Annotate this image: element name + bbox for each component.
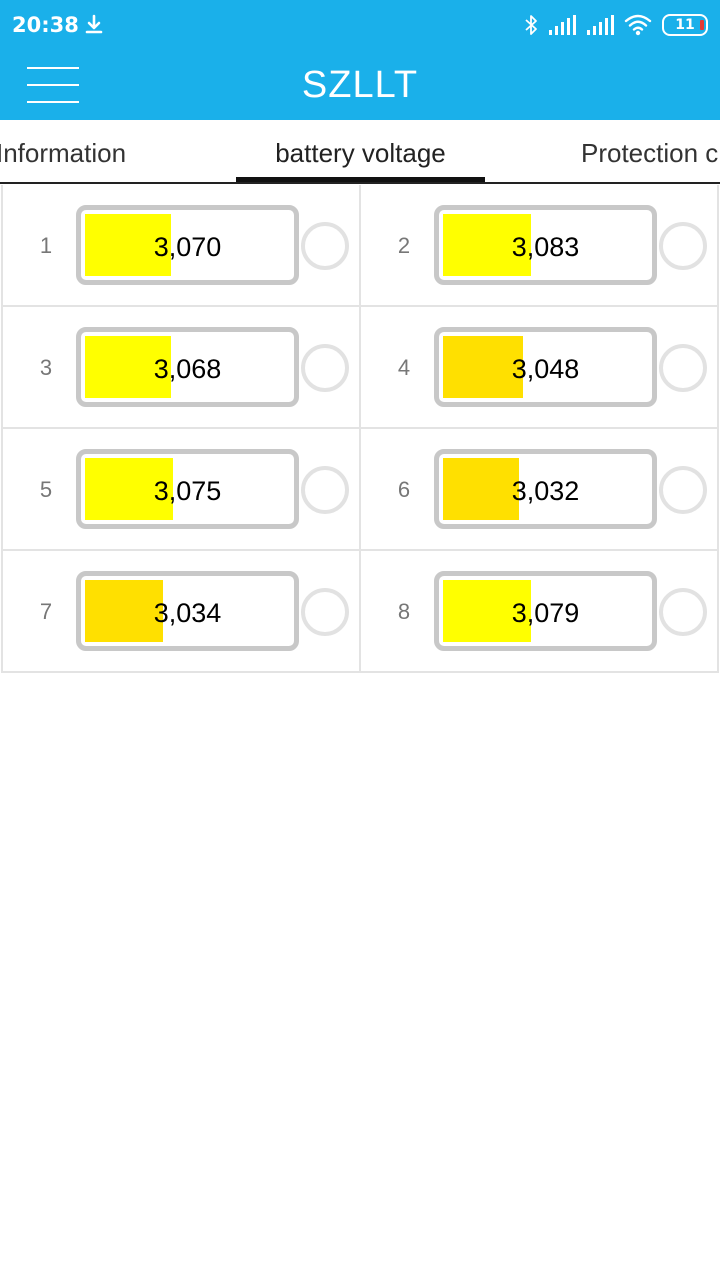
cell-voltage-bar: 3,083 <box>434 205 657 285</box>
cell-voltage-bar: 3,068 <box>76 327 299 407</box>
cell-voltage-value: 3,083 <box>511 232 580 262</box>
app-bar: SZLLT <box>0 50 720 120</box>
status-time: 20:38 <box>12 13 79 37</box>
cell-voltage-grid: 1 3,070 2 3,083 3 3,068 4 3,048 5 3,075 … <box>1 185 719 673</box>
status-icons: 11 <box>524 12 708 38</box>
wifi-icon <box>624 14 652 36</box>
battery-low-indicator <box>700 20 704 30</box>
battery-level: 11 <box>675 17 695 33</box>
cell-voltage-value: 3,048 <box>511 354 580 384</box>
signal-icon <box>587 15 614 35</box>
cell-item: 8 3,079 <box>361 551 719 673</box>
cell-balance-radio[interactable] <box>301 222 349 270</box>
cell-balance-radio[interactable] <box>301 466 349 514</box>
cell-voltage-bar: 3,032 <box>434 449 657 529</box>
cell-voltage-value: 3,070 <box>153 232 222 262</box>
download-icon <box>85 14 103 34</box>
cell-voltage-bar: 3,075 <box>76 449 299 529</box>
cell-item: 2 3,083 <box>361 185 719 307</box>
cell-voltage-value: 3,032 <box>511 476 580 506</box>
cell-item: 1 3,070 <box>3 185 361 307</box>
cell-item: 3 3,068 <box>3 307 361 429</box>
cell-balance-radio[interactable] <box>301 588 349 636</box>
cell-voltage-bar: 3,070 <box>76 205 299 285</box>
cell-index: 8 <box>397 599 411 624</box>
cell-balance-radio[interactable] <box>659 588 707 636</box>
cell-voltage-bar: 3,079 <box>434 571 657 651</box>
tab-protection[interactable]: Protection c <box>581 138 718 169</box>
cell-balance-radio[interactable] <box>301 344 349 392</box>
cell-index: 2 <box>397 233 411 258</box>
active-tab-indicator <box>236 177 485 182</box>
cell-voltage-value: 3,034 <box>153 598 222 628</box>
cell-index: 6 <box>397 477 411 502</box>
cell-item: 4 3,048 <box>361 307 719 429</box>
app-title: SZLLT <box>301 64 419 106</box>
cell-index: 1 <box>39 233 53 258</box>
cell-index: 5 <box>39 477 53 502</box>
cell-voltage-value: 3,068 <box>153 354 222 384</box>
cell-balance-radio[interactable] <box>659 466 707 514</box>
cell-voltage-value: 3,075 <box>153 476 222 506</box>
bluetooth-icon <box>525 15 537 35</box>
status-bar: 20:38 11 <box>0 0 720 50</box>
signal-icon <box>549 15 576 35</box>
cell-voltage-bar: 3,034 <box>76 571 299 651</box>
cell-item: 5 3,075 <box>3 429 361 551</box>
cell-balance-radio[interactable] <box>659 344 707 392</box>
tab-information[interactable]: Information <box>0 138 126 169</box>
app-screen: 20:38 11 SZLLT Information battery volta… <box>0 0 720 1280</box>
battery-icon: 11 <box>662 14 708 36</box>
tab-battery-voltage[interactable]: battery voltage <box>236 138 485 169</box>
tab-bar: Information battery voltage Protection c <box>0 120 720 184</box>
cell-index: 3 <box>39 355 53 380</box>
cell-item: 7 3,034 <box>3 551 361 673</box>
cell-balance-radio[interactable] <box>659 222 707 270</box>
cell-voltage-value: 3,079 <box>511 598 580 628</box>
cell-voltage-bar: 3,048 <box>434 327 657 407</box>
cell-item: 6 3,032 <box>361 429 719 551</box>
cell-index: 7 <box>39 599 53 624</box>
cell-index: 4 <box>397 355 411 380</box>
